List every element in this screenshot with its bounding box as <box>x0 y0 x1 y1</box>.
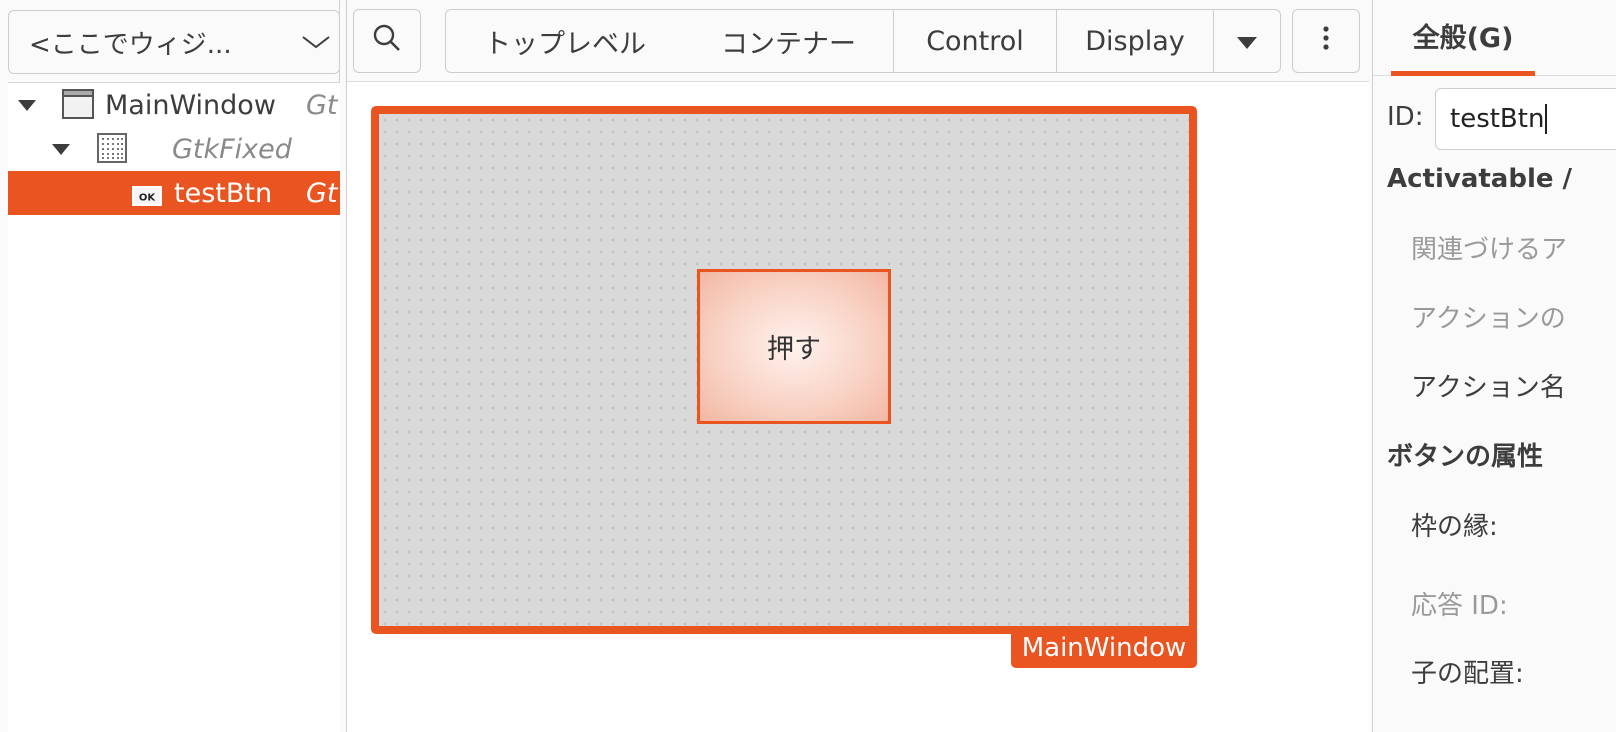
design-area-panel: トップレベル コンテナー Control Display 押す MainWind… <box>346 0 1369 732</box>
window-icon <box>62 89 94 126</box>
border-width-label: 枠の縁: <box>1411 512 1498 542</box>
triangle-down-icon <box>1236 26 1258 57</box>
mainwindow-tag: MainWindow <box>1011 628 1197 668</box>
palette-tab-label: Control <box>926 25 1024 57</box>
response-id-label: 応答 ID: <box>1411 591 1508 621</box>
action-target-label: アクションの <box>1411 304 1566 334</box>
vertical-dots-icon <box>1322 25 1330 58</box>
palette-tab-label: トップレベル <box>484 28 646 60</box>
id-label: ID: <box>1387 102 1424 132</box>
palette-tab-display[interactable]: Display <box>1056 9 1214 73</box>
palette-tab-toplevel[interactable]: トップレベル <box>445 9 685 73</box>
palette-tab-control[interactable]: Control <box>893 9 1057 73</box>
id-field[interactable]: testBtn <box>1435 88 1616 150</box>
tree-row-gtkfixed[interactable]: GtkFixed <box>8 127 340 171</box>
widget-search-combo[interactable]: <ここでウィジ... <box>8 10 340 74</box>
expander-down-icon[interactable] <box>16 94 38 116</box>
tree-row-name: MainWindow <box>105 89 276 121</box>
palette-more-button[interactable] <box>1213 9 1281 73</box>
properties-tabbar: 全般(G) <box>1373 0 1616 76</box>
design-canvas[interactable]: 押す MainWindow <box>347 82 1369 732</box>
menu-button[interactable] <box>1292 9 1360 73</box>
testbtn-label: 押す <box>767 334 821 365</box>
tree-row-class: GtkFixed <box>172 133 292 165</box>
glade-editor: <ここでウィジ... MainWindow Gt GtkFixed OK tes… <box>0 0 1616 732</box>
related-action-label: 関連づけるア <box>1411 235 1568 265</box>
tree-row-name: testBtn <box>174 177 273 209</box>
palette-toolbar: トップレベル コンテナー Control Display <box>347 0 1369 82</box>
mainwindow-tag-label: MainWindow <box>1021 633 1187 663</box>
palette-tab-label: Display <box>1085 25 1185 57</box>
widget-tree-panel: <ここでウィジ... MainWindow Gt GtkFixed OK tes… <box>0 0 340 732</box>
tab-general[interactable]: 全般(G) <box>1391 0 1535 76</box>
testbtn-preview[interactable]: 押す <box>697 269 891 424</box>
tree-row-class: Gt <box>306 177 338 209</box>
widget-tree: MainWindow Gt GtkFixed OK testBtn Gt <box>8 82 340 732</box>
tree-row-mainwindow[interactable]: MainWindow Gt <box>8 83 340 127</box>
activatable-heading: Activatable / <box>1387 164 1573 194</box>
button-attrs-heading: ボタンの属性 <box>1387 442 1544 472</box>
fixed-grid-icon <box>97 133 127 170</box>
text-caret <box>1545 104 1548 134</box>
search-button[interactable] <box>353 9 421 73</box>
search-icon <box>372 23 402 60</box>
id-field-value: testBtn <box>1450 104 1545 134</box>
tree-row-class: Gt <box>306 89 338 121</box>
tab-general-label: 全般(G) <box>1412 23 1514 54</box>
expander-down-icon[interactable] <box>50 138 72 160</box>
properties-panel: 全般(G) ID: testBtn Activatable / 関連づけるア ア… <box>1372 0 1616 732</box>
tree-row-testbtn[interactable]: OK testBtn Gt <box>8 171 340 215</box>
button-ok-icon: OK <box>132 182 162 213</box>
chevron-down-icon[interactable] <box>293 34 339 50</box>
widget-search-combo-text: <ここでウィジ... <box>29 29 232 60</box>
child-layout-label: 子の配置: <box>1411 659 1524 689</box>
palette-tab-label: コンテナー <box>721 28 856 60</box>
mainwindow-preview[interactable]: 押す <box>371 106 1197 634</box>
palette-tab-containers[interactable]: コンテナー <box>684 9 894 73</box>
action-name-label: アクション名 <box>1411 373 1566 403</box>
button-ok-icon-text: OK <box>139 193 157 204</box>
